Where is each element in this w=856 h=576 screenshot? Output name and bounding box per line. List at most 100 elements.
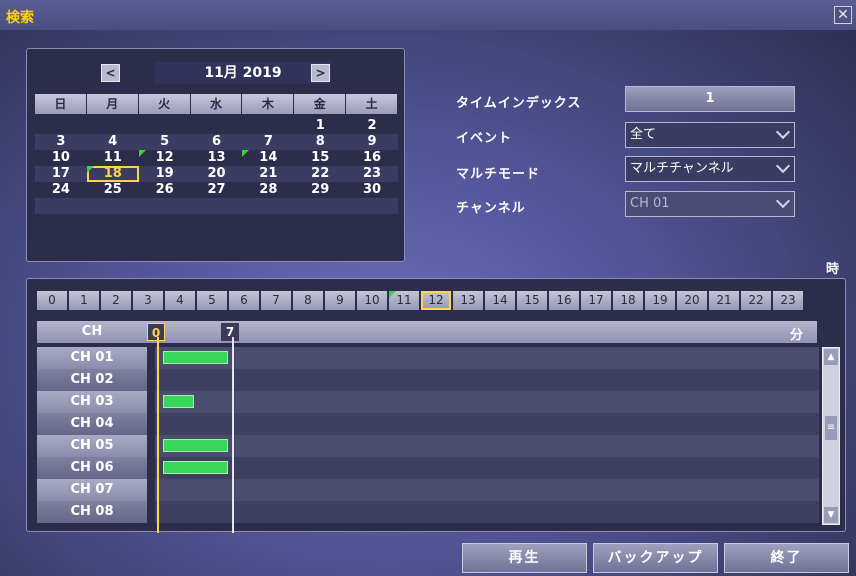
hour-button-10[interactable]: 10: [357, 291, 387, 310]
hour-button-15[interactable]: 15: [517, 291, 547, 310]
time-index-button[interactable]: 1: [625, 86, 795, 112]
hour-button-16[interactable]: 16: [549, 291, 579, 310]
calendar-day-27[interactable]: 27: [191, 182, 243, 198]
calendar-day-23[interactable]: 23: [346, 166, 398, 182]
play-button[interactable]: 再生: [462, 543, 587, 573]
calendar-day-20[interactable]: 20: [190, 166, 243, 182]
hour-button-1[interactable]: 1: [69, 291, 99, 310]
channel-row[interactable]: CH 01: [37, 347, 819, 369]
timeline-track[interactable]: [155, 413, 819, 435]
hour-button-18[interactable]: 18: [613, 291, 643, 310]
channel-row[interactable]: CH 02: [37, 369, 819, 391]
close-button[interactable]: ✕: [834, 6, 852, 24]
calendar-day-4[interactable]: 4: [86, 134, 139, 150]
calendar-day-8[interactable]: 8: [294, 134, 347, 150]
calendar-day-9[interactable]: 9: [346, 134, 398, 150]
timeline-cursor-end[interactable]: [232, 337, 234, 533]
hour-button-9[interactable]: 9: [325, 291, 355, 310]
calendar-day-28[interactable]: 28: [242, 182, 294, 198]
hour-button-19[interactable]: 19: [645, 291, 675, 310]
channel-row[interactable]: CH 08: [37, 501, 819, 523]
channel-label[interactable]: CH 03: [37, 391, 147, 413]
calendar-day-21[interactable]: 21: [242, 166, 295, 182]
backup-button[interactable]: バックアップ: [593, 543, 718, 573]
calendar-day-24[interactable]: 24: [35, 182, 87, 198]
channel-label[interactable]: CH 04: [37, 413, 147, 435]
calendar-day-6[interactable]: 6: [190, 134, 243, 150]
calendar-day-empty: [242, 198, 295, 214]
timeline-track[interactable]: [155, 435, 819, 457]
channel-label[interactable]: CH 07: [37, 479, 147, 501]
timeline-track[interactable]: [155, 479, 819, 501]
hour-button-7[interactable]: 7: [261, 291, 291, 310]
hour-button-14[interactable]: 14: [485, 291, 515, 310]
hour-button-20[interactable]: 20: [677, 291, 707, 310]
calendar-day-19[interactable]: 19: [138, 166, 191, 182]
minute-marker-end[interactable]: 7: [221, 323, 239, 341]
minute-marker-start[interactable]: 0: [147, 323, 165, 341]
channel-label[interactable]: CH 06: [37, 457, 147, 479]
hour-button-22[interactable]: 22: [741, 291, 771, 310]
hour-button-label: 6: [240, 293, 248, 307]
timeline-track[interactable]: [155, 457, 819, 479]
calendar-day-3[interactable]: 3: [35, 134, 87, 150]
hour-button-0[interactable]: 0: [37, 291, 67, 310]
calendar-day-14[interactable]: 14: [242, 150, 294, 166]
timeline-scrollbar[interactable]: ▲ ≡ ▼: [822, 347, 840, 525]
scroll-up-icon[interactable]: ▲: [824, 349, 838, 365]
multi-mode-select[interactable]: マルチチャンネル: [625, 156, 795, 182]
calendar-day-5[interactable]: 5: [138, 134, 191, 150]
calendar-day-26[interactable]: 26: [139, 182, 191, 198]
channel-row[interactable]: CH 03: [37, 391, 819, 413]
calendar-day-7[interactable]: 7: [242, 134, 295, 150]
calendar-day-18[interactable]: 18: [86, 166, 139, 182]
channel-label[interactable]: CH 01: [37, 347, 147, 369]
timeline-track[interactable]: [155, 369, 819, 391]
calendar-day-2[interactable]: 2: [346, 118, 398, 134]
timeline-track[interactable]: [155, 501, 819, 523]
channel-row[interactable]: CH 06: [37, 457, 819, 479]
hour-button-12[interactable]: 12: [421, 291, 451, 310]
exit-button[interactable]: 終了: [724, 543, 849, 573]
timeline-cursor-start[interactable]: [157, 337, 159, 533]
hour-button-21[interactable]: 21: [709, 291, 739, 310]
hour-button-4[interactable]: 4: [165, 291, 195, 310]
timeline-track[interactable]: [155, 391, 819, 413]
hour-button-17[interactable]: 17: [581, 291, 611, 310]
calendar-day-22[interactable]: 22: [294, 166, 347, 182]
hour-button-8[interactable]: 8: [293, 291, 323, 310]
calendar-day-29[interactable]: 29: [294, 182, 346, 198]
calendar-day-30[interactable]: 30: [346, 182, 398, 198]
prev-month-button[interactable]: <: [101, 64, 120, 82]
calendar-day-13[interactable]: 13: [191, 150, 243, 166]
hour-button-13[interactable]: 13: [453, 291, 483, 310]
channel-row[interactable]: CH 05: [37, 435, 819, 457]
calendar-day-17[interactable]: 17: [35, 166, 87, 182]
calendar-grid: 日月火水木金土 1 2 3 4 5 6 7 8 9 10 11 12 13 14 15 16 17 18 19 20 21…: [35, 94, 398, 214]
hour-button-5[interactable]: 5: [197, 291, 227, 310]
calendar-day-12[interactable]: 12: [138, 150, 191, 166]
scroll-thumb[interactable]: ≡: [825, 416, 837, 440]
calendar-day-25[interactable]: 25: [87, 182, 139, 198]
hour-button-3[interactable]: 3: [133, 291, 163, 310]
hour-button-11[interactable]: 11: [389, 291, 419, 310]
channel-select[interactable]: CH 01: [625, 191, 795, 217]
calendar-day-16[interactable]: 16: [346, 150, 398, 166]
calendar-day-1[interactable]: 1: [294, 118, 346, 134]
hour-button-6[interactable]: 6: [229, 291, 259, 310]
hour-button-label: 14: [492, 293, 508, 307]
calendar-day-10[interactable]: 10: [35, 150, 87, 166]
next-month-button[interactable]: >: [311, 64, 330, 82]
event-select[interactable]: 全て: [625, 122, 795, 148]
channel-label[interactable]: CH 02: [37, 369, 147, 391]
channel-label[interactable]: CH 05: [37, 435, 147, 457]
timeline-track[interactable]: [155, 347, 819, 369]
scroll-down-icon[interactable]: ▼: [824, 507, 838, 523]
channel-label[interactable]: CH 08: [37, 501, 147, 523]
calendar-day-11[interactable]: 11: [87, 150, 139, 166]
hour-button-23[interactable]: 23: [773, 291, 803, 310]
channel-row[interactable]: CH 07: [37, 479, 819, 501]
channel-row[interactable]: CH 04: [37, 413, 819, 435]
calendar-day-15[interactable]: 15: [294, 150, 346, 166]
hour-button-2[interactable]: 2: [101, 291, 131, 310]
